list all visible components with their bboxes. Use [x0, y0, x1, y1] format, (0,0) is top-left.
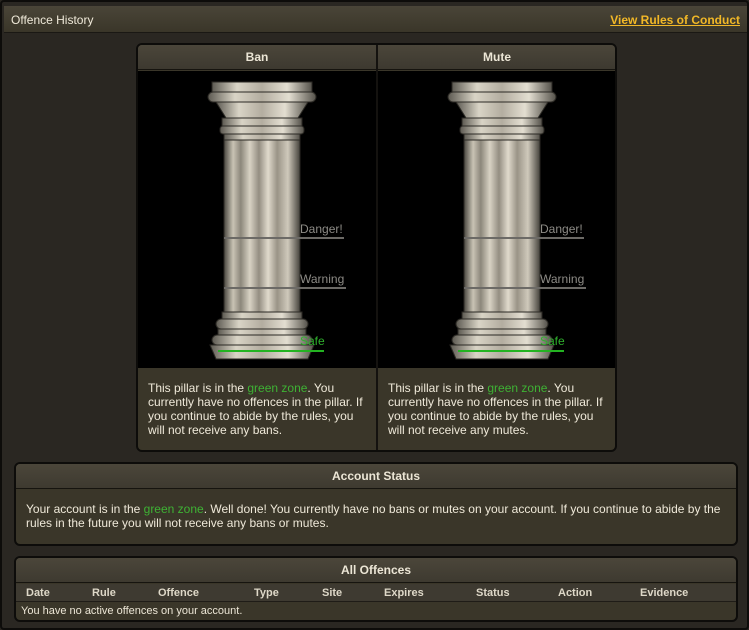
ban-zone-text: green zone — [247, 381, 308, 395]
ban-desc-pre: This pillar is in the — [148, 381, 248, 395]
ban-pillar-icon: Danger! Warning Safe — [207, 81, 346, 360]
mute-danger-label: Danger! — [540, 222, 583, 236]
mute-desc-pre: This pillar is in the — [388, 381, 488, 395]
mute-pillar-stage: Danger! Warning Safe — [378, 71, 615, 368]
column-action[interactable]: Action — [558, 587, 592, 599]
account-status-text: Your account is in the green zone. Well … — [26, 502, 728, 530]
view-rules-link[interactable]: View Rules of Conduct — [610, 13, 740, 27]
ban-pillar-stage: Danger! Warning Safe — [138, 71, 376, 368]
mute-pillar-title: Mute — [378, 45, 615, 70]
ban-safe-label: Safe — [300, 334, 325, 348]
mute-warning-label: Warning — [540, 272, 584, 286]
mute-pillar-description: This pillar is in the green zone. You cu… — [388, 381, 610, 437]
status-text-pre: Your account is in the — [26, 502, 144, 516]
column-evidence[interactable]: Evidence — [640, 587, 688, 599]
ban-pillar-description: This pillar is in the green zone. You cu… — [148, 381, 370, 437]
column-rule[interactable]: Rule — [92, 587, 116, 599]
mute-pillar-icon: Danger! Warning Safe — [447, 81, 586, 360]
offences-table-header: Date Rule Offence Type Site Expires Stat… — [16, 584, 736, 602]
page-title: Offence History — [11, 13, 94, 27]
mute-pillar-panel: Mute Danger! Warning Safe This pillar is… — [378, 45, 615, 450]
column-type[interactable]: Type — [254, 587, 279, 599]
column-expires[interactable]: Expires — [384, 587, 424, 599]
column-offence[interactable]: Offence — [158, 587, 199, 599]
account-status-title: Account Status — [16, 464, 736, 489]
offences-empty-message: You have no active offences on your acco… — [21, 605, 243, 617]
all-offences-box: All Offences Date Rule Offence Type Site… — [14, 556, 738, 622]
ban-danger-label: Danger! — [300, 222, 343, 236]
title-bar: Offence History View Rules of Conduct — [4, 6, 747, 33]
column-site[interactable]: Site — [322, 587, 342, 599]
mute-zone-text: green zone — [487, 381, 548, 395]
all-offences-title: All Offences — [16, 558, 736, 583]
offence-history-window: Offence History View Rules of Conduct Ba… — [0, 0, 749, 630]
mute-safe-label: Safe — [540, 334, 565, 348]
column-status[interactable]: Status — [476, 587, 510, 599]
ban-pillar-panel: Ban Danger! Warning Safe This pillar is … — [138, 45, 376, 450]
ban-warning-label: Warning — [300, 272, 344, 286]
ban-pillar-title: Ban — [138, 45, 376, 70]
status-zone-text: green zone — [143, 502, 204, 516]
column-date[interactable]: Date — [26, 587, 50, 599]
account-status-box: Account Status Your account is in the gr… — [14, 462, 738, 546]
pillars-container: Ban Danger! Warning Safe This pillar is … — [136, 43, 617, 452]
